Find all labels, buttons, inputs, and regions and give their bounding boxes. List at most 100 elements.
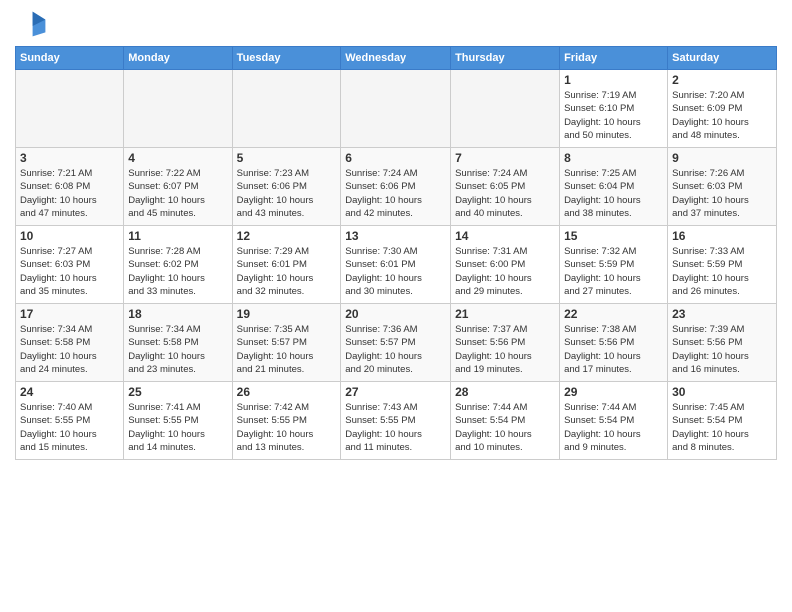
calendar-week-3: 10 Sunrise: 7:27 AM Sunset: 6:03 PM Dayli… — [16, 226, 777, 304]
calendar-cell: 2 Sunrise: 7:20 AM Sunset: 6:09 PM Daylig… — [668, 70, 777, 148]
day-number: 11 — [128, 229, 227, 243]
day-number: 20 — [345, 307, 446, 321]
calendar-cell — [232, 70, 341, 148]
day-number: 2 — [672, 73, 772, 87]
day-number: 17 — [20, 307, 119, 321]
calendar-header-sunday: Sunday — [16, 47, 124, 70]
day-number: 25 — [128, 385, 227, 399]
day-number: 18 — [128, 307, 227, 321]
calendar-cell: 5 Sunrise: 7:23 AM Sunset: 6:06 PM Daylig… — [232, 148, 341, 226]
day-number: 26 — [237, 385, 337, 399]
day-number: 29 — [564, 385, 663, 399]
day-info: Sunrise: 7:21 AM Sunset: 6:08 PM Dayligh… — [20, 167, 119, 220]
calendar-cell: 11 Sunrise: 7:28 AM Sunset: 6:02 PM Dayli… — [124, 226, 232, 304]
calendar-cell: 10 Sunrise: 7:27 AM Sunset: 6:03 PM Dayli… — [16, 226, 124, 304]
day-info: Sunrise: 7:22 AM Sunset: 6:07 PM Dayligh… — [128, 167, 227, 220]
day-number: 14 — [455, 229, 555, 243]
day-info: Sunrise: 7:20 AM Sunset: 6:09 PM Dayligh… — [672, 89, 772, 142]
day-number: 10 — [20, 229, 119, 243]
calendar-cell: 23 Sunrise: 7:39 AM Sunset: 5:56 PM Dayli… — [668, 304, 777, 382]
calendar-cell: 19 Sunrise: 7:35 AM Sunset: 5:57 PM Dayli… — [232, 304, 341, 382]
calendar-week-5: 24Sunrise: 7:40 AM Sunset: 5:55 PM Dayli… — [16, 382, 777, 460]
calendar-cell — [124, 70, 232, 148]
calendar-cell: 25Sunrise: 7:41 AM Sunset: 5:55 PM Dayli… — [124, 382, 232, 460]
page: SundayMondayTuesdayWednesdayThursdayFrid… — [0, 0, 792, 470]
day-info: Sunrise: 7:24 AM Sunset: 6:06 PM Dayligh… — [345, 167, 446, 220]
day-number: 28 — [455, 385, 555, 399]
day-number: 12 — [237, 229, 337, 243]
calendar-header-saturday: Saturday — [668, 47, 777, 70]
day-number: 27 — [345, 385, 446, 399]
day-number: 3 — [20, 151, 119, 165]
day-info: Sunrise: 7:37 AM Sunset: 5:56 PM Dayligh… — [455, 323, 555, 376]
day-number: 21 — [455, 307, 555, 321]
calendar-cell: 13 Sunrise: 7:30 AM Sunset: 6:01 PM Dayli… — [341, 226, 451, 304]
day-info: Sunrise: 7:31 AM Sunset: 6:00 PM Dayligh… — [455, 245, 555, 298]
day-info: Sunrise: 7:28 AM Sunset: 6:02 PM Dayligh… — [128, 245, 227, 298]
day-info: Sunrise: 7:42 AM Sunset: 5:55 PM Dayligh… — [237, 401, 337, 454]
calendar-cell: 3 Sunrise: 7:21 AM Sunset: 6:08 PM Daylig… — [16, 148, 124, 226]
calendar-cell: 6 Sunrise: 7:24 AM Sunset: 6:06 PM Daylig… — [341, 148, 451, 226]
header — [15, 10, 777, 38]
calendar-cell: 1Sunrise: 7:19 AM Sunset: 6:10 PM Daylig… — [560, 70, 668, 148]
day-info: Sunrise: 7:27 AM Sunset: 6:03 PM Dayligh… — [20, 245, 119, 298]
day-number: 30 — [672, 385, 772, 399]
day-number: 13 — [345, 229, 446, 243]
calendar-header-friday: Friday — [560, 47, 668, 70]
day-number: 15 — [564, 229, 663, 243]
day-number: 5 — [237, 151, 337, 165]
calendar-cell: 18 Sunrise: 7:34 AM Sunset: 5:58 PM Dayli… — [124, 304, 232, 382]
calendar-cell: 21 Sunrise: 7:37 AM Sunset: 5:56 PM Dayli… — [451, 304, 560, 382]
calendar-cell: 12Sunrise: 7:29 AM Sunset: 6:01 PM Dayli… — [232, 226, 341, 304]
day-info: Sunrise: 7:44 AM Sunset: 5:54 PM Dayligh… — [455, 401, 555, 454]
calendar-cell: 16 Sunrise: 7:33 AM Sunset: 5:59 PM Dayli… — [668, 226, 777, 304]
day-info: Sunrise: 7:39 AM Sunset: 5:56 PM Dayligh… — [672, 323, 772, 376]
day-number: 23 — [672, 307, 772, 321]
day-info: Sunrise: 7:33 AM Sunset: 5:59 PM Dayligh… — [672, 245, 772, 298]
day-info: Sunrise: 7:24 AM Sunset: 6:05 PM Dayligh… — [455, 167, 555, 220]
day-number: 6 — [345, 151, 446, 165]
calendar-table: SundayMondayTuesdayWednesdayThursdayFrid… — [15, 46, 777, 460]
day-number: 7 — [455, 151, 555, 165]
day-info: Sunrise: 7:40 AM Sunset: 5:55 PM Dayligh… — [20, 401, 119, 454]
day-number: 9 — [672, 151, 772, 165]
logo — [15, 10, 51, 38]
calendar-header-thursday: Thursday — [451, 47, 560, 70]
calendar-cell: 14 Sunrise: 7:31 AM Sunset: 6:00 PM Dayli… — [451, 226, 560, 304]
calendar-header-monday: Monday — [124, 47, 232, 70]
day-number: 1 — [564, 73, 663, 87]
day-info: Sunrise: 7:34 AM Sunset: 5:58 PM Dayligh… — [128, 323, 227, 376]
calendar-cell — [451, 70, 560, 148]
logo-icon — [15, 10, 47, 38]
calendar-cell: 15Sunrise: 7:32 AM Sunset: 5:59 PM Dayli… — [560, 226, 668, 304]
calendar-cell: 22 Sunrise: 7:38 AM Sunset: 5:56 PM Dayli… — [560, 304, 668, 382]
calendar-cell: 24Sunrise: 7:40 AM Sunset: 5:55 PM Dayli… — [16, 382, 124, 460]
day-info: Sunrise: 7:45 AM Sunset: 5:54 PM Dayligh… — [672, 401, 772, 454]
day-info: Sunrise: 7:36 AM Sunset: 5:57 PM Dayligh… — [345, 323, 446, 376]
day-info: Sunrise: 7:35 AM Sunset: 5:57 PM Dayligh… — [237, 323, 337, 376]
calendar-cell: 8 Sunrise: 7:25 AM Sunset: 6:04 PM Daylig… — [560, 148, 668, 226]
day-info: Sunrise: 7:30 AM Sunset: 6:01 PM Dayligh… — [345, 245, 446, 298]
calendar-cell: 29Sunrise: 7:44 AM Sunset: 5:54 PM Dayli… — [560, 382, 668, 460]
calendar-week-1: 1Sunrise: 7:19 AM Sunset: 6:10 PM Daylig… — [16, 70, 777, 148]
calendar-cell — [16, 70, 124, 148]
day-info: Sunrise: 7:23 AM Sunset: 6:06 PM Dayligh… — [237, 167, 337, 220]
calendar-header-tuesday: Tuesday — [232, 47, 341, 70]
day-info: Sunrise: 7:26 AM Sunset: 6:03 PM Dayligh… — [672, 167, 772, 220]
day-number: 16 — [672, 229, 772, 243]
day-number: 4 — [128, 151, 227, 165]
calendar-cell — [341, 70, 451, 148]
calendar-cell: 27Sunrise: 7:43 AM Sunset: 5:55 PM Dayli… — [341, 382, 451, 460]
day-number: 19 — [237, 307, 337, 321]
calendar-header-wednesday: Wednesday — [341, 47, 451, 70]
day-info: Sunrise: 7:38 AM Sunset: 5:56 PM Dayligh… — [564, 323, 663, 376]
day-number: 22 — [564, 307, 663, 321]
calendar-header-row: SundayMondayTuesdayWednesdayThursdayFrid… — [16, 47, 777, 70]
calendar-cell: 20 Sunrise: 7:36 AM Sunset: 5:57 PM Dayli… — [341, 304, 451, 382]
calendar-cell: 4 Sunrise: 7:22 AM Sunset: 6:07 PM Daylig… — [124, 148, 232, 226]
day-info: Sunrise: 7:25 AM Sunset: 6:04 PM Dayligh… — [564, 167, 663, 220]
calendar-cell: 30 Sunrise: 7:45 AM Sunset: 5:54 PM Dayli… — [668, 382, 777, 460]
day-number: 8 — [564, 151, 663, 165]
calendar-cell: 17Sunrise: 7:34 AM Sunset: 5:58 PM Dayli… — [16, 304, 124, 382]
calendar-cell: 26 Sunrise: 7:42 AM Sunset: 5:55 PM Dayli… — [232, 382, 341, 460]
